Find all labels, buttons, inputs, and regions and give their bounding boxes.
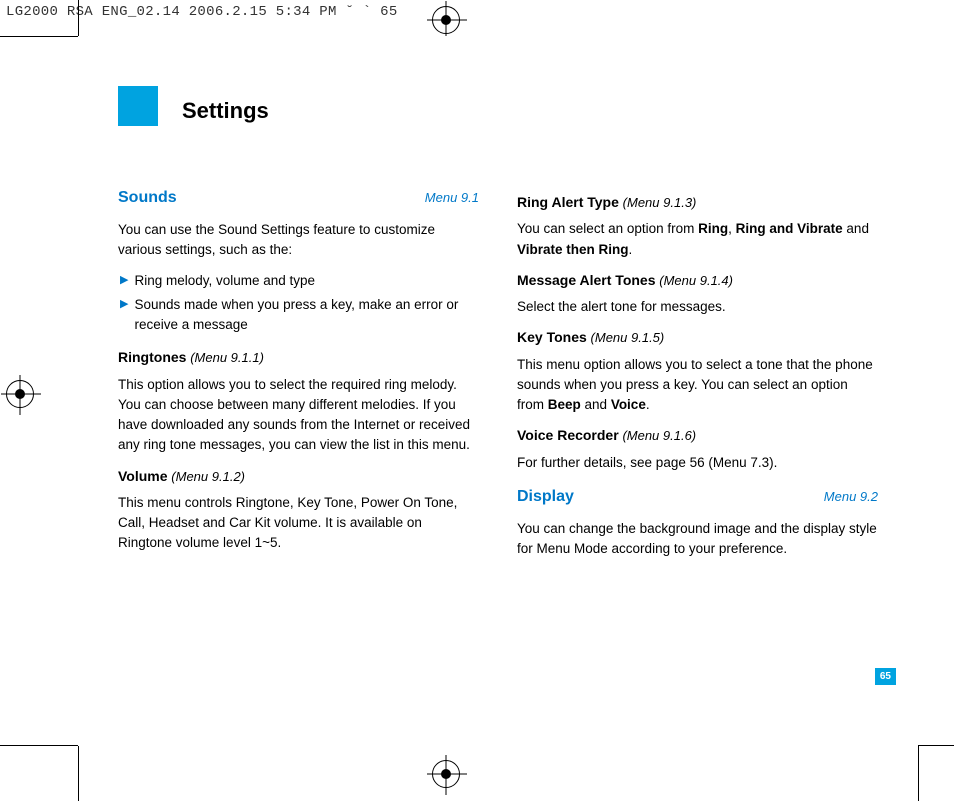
crop-mark — [78, 0, 79, 36]
text: . — [629, 242, 633, 257]
page-title-block: Settings — [118, 86, 318, 126]
bold-text: Ring and Vibrate — [736, 221, 843, 236]
text: , — [728, 221, 736, 236]
subsection-menu-number: (Menu 9.1.5) — [591, 330, 665, 345]
page-body: Settings Sounds Menu 9.1 You can use the… — [78, 36, 918, 746]
subsection-heading: Key Tones (Menu 9.1.5) — [517, 327, 878, 348]
arrow-icon: ▶ — [120, 295, 128, 336]
bullet-text: Sounds made when you press a key, make a… — [134, 295, 479, 336]
content-columns: Sounds Menu 9.1 You can use the Sound Se… — [118, 186, 878, 569]
intro-paragraph: You can use the Sound Settings feature t… — [118, 220, 479, 261]
bullet-text: Ring melody, volume and type — [134, 271, 315, 291]
list-item: ▶ Ring melody, volume and type — [118, 271, 479, 291]
left-column: Sounds Menu 9.1 You can use the Sound Se… — [118, 186, 479, 569]
crop-mark — [0, 745, 78, 746]
section-menu-number: Menu 9.2 — [824, 487, 878, 507]
body-text: For further details, see page 56 (Menu 7… — [517, 453, 878, 473]
body-text: You can change the background image and … — [517, 519, 878, 560]
subsection-title: Ring Alert Type — [517, 194, 619, 210]
subsection-title: Voice Recorder — [517, 427, 619, 443]
subsection-menu-number: (Menu 9.1.2) — [171, 469, 245, 484]
page-number-badge: 65 — [875, 668, 896, 685]
body-text: This menu controls Ringtone, Key Tone, P… — [118, 493, 479, 554]
registration-mark-icon — [432, 760, 460, 788]
bold-text: Voice — [611, 397, 646, 412]
bullet-list: ▶ Ring melody, volume and type ▶ Sounds … — [118, 271, 479, 336]
section-title: Display — [517, 485, 574, 509]
subsection-title: Volume — [118, 468, 168, 484]
subsection-title: Ringtones — [118, 349, 186, 365]
section-title: Sounds — [118, 186, 177, 210]
registration-mark-icon — [6, 380, 34, 408]
subsection-heading: Volume (Menu 9.1.2) — [118, 466, 479, 487]
subsection-menu-number: (Menu 9.1.3) — [623, 195, 697, 210]
body-text: This option allows you to select the req… — [118, 375, 479, 456]
subsection-title: Message Alert Tones — [517, 272, 656, 288]
text: and — [843, 221, 869, 236]
title-accent-square — [118, 86, 158, 126]
section-heading-display: Display Menu 9.2 — [517, 485, 878, 509]
arrow-icon: ▶ — [120, 271, 128, 291]
crop-mark — [918, 745, 919, 801]
registration-mark-icon — [432, 6, 460, 34]
subsection-heading: Message Alert Tones (Menu 9.1.4) — [517, 270, 878, 291]
body-text: You can select an option from Ring, Ring… — [517, 219, 878, 260]
subsection-heading: Voice Recorder (Menu 9.1.6) — [517, 425, 878, 446]
subsection-heading: Ringtones (Menu 9.1.1) — [118, 347, 479, 368]
bold-text: Vibrate then Ring — [517, 242, 629, 257]
text: You can select an option from — [517, 221, 698, 236]
section-menu-number: Menu 9.1 — [425, 188, 479, 208]
print-header: LG2000 RSA ENG_02.14 2006.2.15 5:34 PM ˘… — [6, 4, 398, 20]
right-column: Ring Alert Type (Menu 9.1.3) You can sel… — [517, 186, 878, 569]
crop-mark — [919, 745, 954, 746]
list-item: ▶ Sounds made when you press a key, make… — [118, 295, 479, 336]
subsection-menu-number: (Menu 9.1.6) — [622, 428, 696, 443]
subsection-title: Key Tones — [517, 329, 587, 345]
section-heading-sounds: Sounds Menu 9.1 — [118, 186, 479, 210]
crop-mark — [78, 745, 79, 801]
subsection-menu-number: (Menu 9.1.1) — [190, 350, 264, 365]
text: and — [581, 397, 611, 412]
body-text: Select the alert tone for messages. — [517, 297, 878, 317]
body-text: This menu option allows you to select a … — [517, 355, 878, 416]
bold-text: Beep — [548, 397, 581, 412]
bold-text: Ring — [698, 221, 728, 236]
crop-mark — [0, 36, 78, 37]
subsection-heading: Ring Alert Type (Menu 9.1.3) — [517, 192, 878, 213]
subsection-menu-number: (Menu 9.1.4) — [659, 273, 733, 288]
page-title: Settings — [168, 98, 269, 124]
text: . — [646, 397, 650, 412]
